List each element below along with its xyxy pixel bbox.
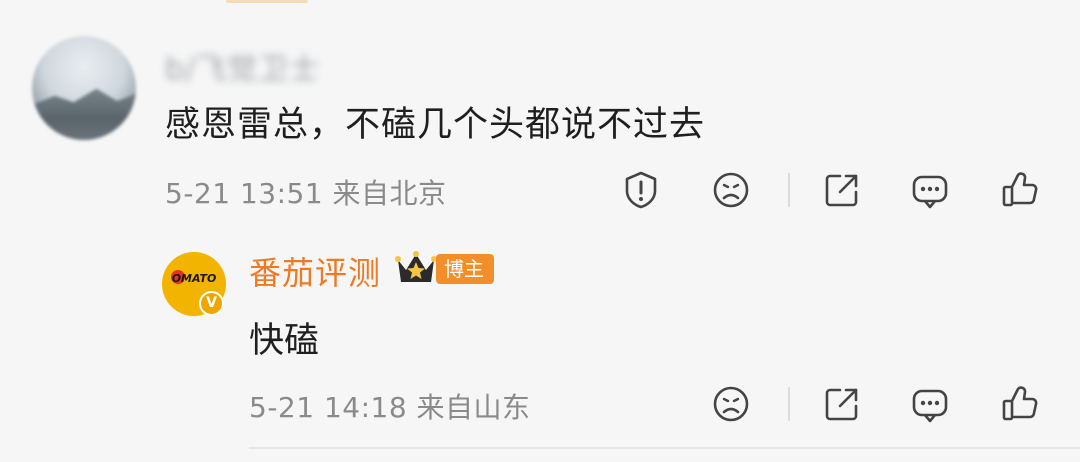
- divider: [788, 387, 790, 421]
- comment-icon[interactable]: [910, 170, 950, 210]
- like-icon[interactable]: [1000, 170, 1040, 210]
- divider: [788, 173, 790, 207]
- reply-text: 快磕: [249, 321, 320, 361]
- reply-username[interactable]: 番茄评测: [249, 248, 381, 294]
- report-icon[interactable]: [621, 170, 661, 210]
- reply-meta: 5-21 14:18 来自山东: [249, 386, 531, 426]
- avatar-landscape: [32, 88, 136, 140]
- blogger-badge: 博主: [436, 254, 494, 284]
- avatar-logo-text: OMATO: [171, 272, 217, 285]
- avatar[interactable]: [32, 36, 136, 140]
- reply-location: 来自山东: [416, 391, 531, 424]
- crown-icon: [395, 251, 437, 282]
- emoji-icon[interactable]: [711, 170, 751, 210]
- share-icon[interactable]: [822, 384, 862, 424]
- comment-username[interactable]: b/飞觉卫士: [165, 44, 320, 88]
- reply-time: 5-21 14:18: [249, 391, 408, 424]
- verified-badge: V: [199, 291, 224, 316]
- like-icon[interactable]: [1000, 384, 1040, 424]
- comment-text: 感恩雷总，不磕几个头都说不过去: [165, 105, 706, 145]
- top-edge: [0, 0, 1080, 10]
- top-accent-bar: [226, 0, 308, 3]
- comment-icon[interactable]: [910, 384, 950, 424]
- comment-meta: 5-21 13:51 来自北京: [165, 172, 447, 212]
- bottom-divider: [249, 447, 1080, 449]
- share-icon[interactable]: [822, 170, 862, 210]
- comment-time: 5-21 13:51: [165, 177, 324, 210]
- comment-location: 来自北京: [332, 177, 447, 210]
- emoji-icon[interactable]: [711, 384, 751, 424]
